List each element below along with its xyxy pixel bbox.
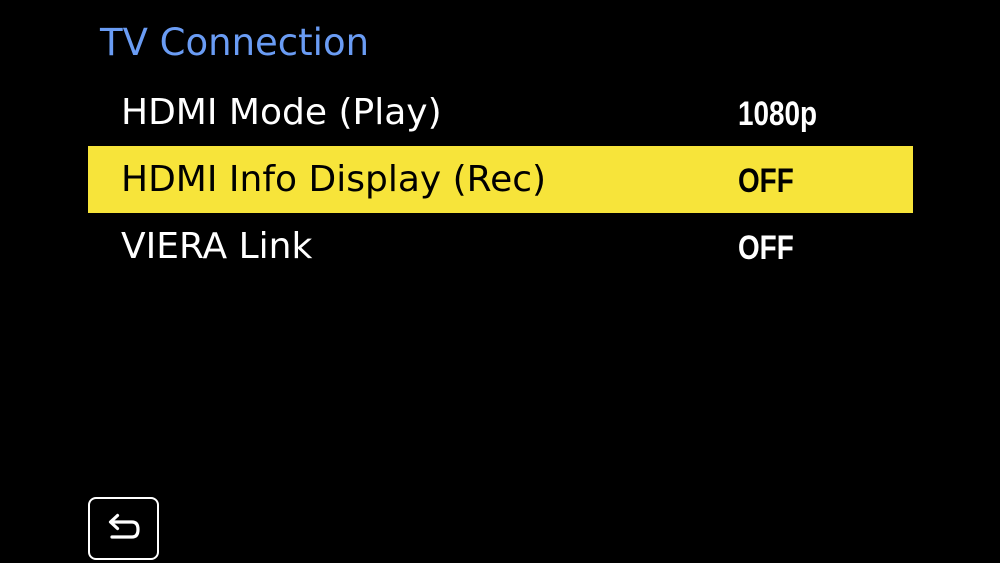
menu-item-label: VIERA Link [121,226,313,267]
return-arrow-icon [108,513,140,539]
menu-item-label: HDMI Info Display (Rec) [121,159,547,200]
menu-item-label: HDMI Mode (Play) [121,92,442,133]
menu-item-viera-link[interactable]: VIERA Link OFF [88,213,913,280]
menu-item-hdmi-mode-play[interactable]: HDMI Mode (Play) 1080p [88,79,913,146]
menu-item-value: OFF [738,162,794,200]
menu-item-hdmi-info-display-rec[interactable]: HDMI Info Display (Rec) OFF [88,146,913,213]
menu-item-value: 1080p [738,95,818,133]
settings-menu-list: HDMI Mode (Play) 1080p HDMI Info Display… [88,79,913,280]
return-button[interactable] [88,497,159,560]
page-title: TV Connection [100,21,370,64]
menu-item-value: OFF [738,229,794,267]
